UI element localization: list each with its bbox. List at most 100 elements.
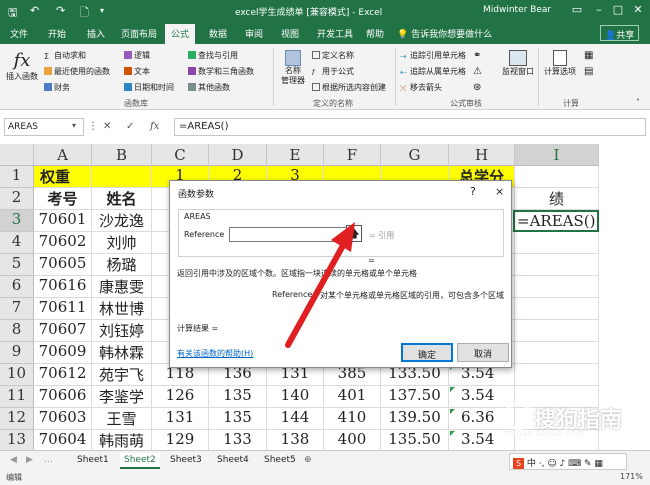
cell-b9[interactable]: 韩林霖 — [92, 342, 152, 364]
trace-dependents-button[interactable]: ⇠ 追踪从属单元格 — [400, 66, 466, 77]
column-header-d[interactable]: D — [209, 144, 267, 166]
cell-a8[interactable]: 70607 — [34, 320, 92, 342]
cell-a9[interactable]: 70609 — [34, 342, 92, 364]
cell-i5[interactable] — [515, 254, 599, 276]
trace-precedents-button[interactable]: ⇢ 追踪引用单元格 — [400, 50, 466, 61]
new-file-icon[interactable]: 🗋 — [80, 4, 89, 23]
lookup-button[interactable]: 查找与引用 — [188, 50, 238, 61]
help-icon[interactable]: ? — [470, 185, 476, 198]
enter-icon[interactable]: ✓ — [126, 121, 134, 132]
cell-f13[interactable]: 400 — [324, 430, 381, 450]
cell-a10[interactable]: 70612 — [34, 364, 92, 386]
sheet-tab[interactable]: Sheet4 — [213, 453, 253, 467]
logical-button[interactable]: 逻辑 — [124, 50, 150, 61]
cell-a7[interactable]: 70611 — [34, 298, 92, 320]
cell-h11[interactable]: 3.54 — [449, 386, 515, 408]
formula-input[interactable]: =AREAS() — [174, 118, 646, 136]
customize-icon[interactable]: ▾ — [100, 6, 104, 15]
cell-f12[interactable]: 410 — [324, 408, 381, 430]
prev-sheet-icon[interactable]: ◀ — [6, 453, 21, 467]
cell-a6[interactable]: 70616 — [34, 276, 92, 298]
tab-insert[interactable]: 插入 — [87, 27, 105, 40]
error-check-icon[interactable]: ⚠ — [473, 66, 482, 77]
cell-f11[interactable]: 401 — [324, 386, 381, 408]
more-functions-button[interactable]: 其他函数 — [188, 82, 230, 93]
row-header[interactable]: 12 — [0, 408, 34, 430]
ribbon-display-icon[interactable]: ▭ — [568, 3, 586, 16]
cell-i4[interactable] — [515, 232, 599, 254]
ime-toolbar[interactable]: S 中 ·, ☺ ♪ ⌨ ✎ ▦ — [509, 453, 627, 470]
cell-i8[interactable] — [515, 320, 599, 342]
cell-b12[interactable]: 王雪 — [92, 408, 152, 430]
column-header-g[interactable]: G — [381, 144, 449, 166]
undo-icon[interactable]: ↶ — [30, 4, 39, 17]
tab-help[interactable]: 帮助 — [366, 27, 384, 40]
text-button[interactable]: 文本 — [124, 66, 150, 77]
cell-d11[interactable]: 135 — [209, 386, 267, 408]
cell-c11[interactable]: 126 — [152, 386, 209, 408]
sheet-tab[interactable]: Sheet5 — [260, 453, 300, 467]
recent-functions-button[interactable]: 最近使用的函数 — [44, 66, 110, 77]
show-formulas-icon[interactable]: ⚭ — [473, 50, 481, 61]
resize-grip-icon[interactable]: ⋰ — [503, 359, 510, 367]
cell-a4[interactable]: 70602 — [34, 232, 92, 254]
column-header-i[interactable]: I — [515, 144, 599, 166]
tab-home[interactable]: 开始 — [48, 27, 66, 40]
cell-b7[interactable]: 林世博 — [92, 298, 152, 320]
financial-button[interactable]: 财务 — [44, 82, 70, 93]
range-select-icon[interactable]: 🡅 — [346, 225, 362, 242]
cell-g11[interactable]: 137.50 — [381, 386, 449, 408]
cell-a5[interactable]: 70605 — [34, 254, 92, 276]
ok-button[interactable]: 确定 — [401, 343, 453, 362]
row-header[interactable]: 9 — [0, 342, 34, 364]
cell-b13[interactable]: 韩雨萌 — [92, 430, 152, 450]
cell-g13[interactable]: 135.50 — [381, 430, 449, 450]
tab-review[interactable]: 审阅 — [245, 27, 263, 40]
sheet-tab-active[interactable]: Sheet2 — [120, 453, 160, 469]
column-header-c[interactable]: C — [152, 144, 209, 166]
cell-b8[interactable]: 刘钰婷 — [92, 320, 152, 342]
tab-file[interactable]: 文件 — [10, 27, 28, 40]
cell-e12[interactable]: 144 — [267, 408, 324, 430]
evaluate-formula-icon[interactable]: ⊛ — [473, 82, 481, 93]
cell-i1[interactable] — [515, 166, 599, 188]
close-icon[interactable]: ✕ — [629, 3, 647, 16]
add-sheet-icon[interactable]: ⊕ — [300, 453, 316, 467]
cell-b2[interactable]: 姓名 — [92, 188, 152, 210]
cell-b6[interactable]: 康惠雯 — [92, 276, 152, 298]
create-from-selection-button[interactable]: 根据所选内容创建 — [312, 82, 386, 93]
cell-i6[interactable] — [515, 276, 599, 298]
maximize-icon[interactable]: □ — [609, 3, 627, 16]
cell-c13[interactable]: 129 — [152, 430, 209, 450]
datetime-button[interactable]: 日期和时间 — [124, 82, 174, 93]
next-sheet-icon[interactable]: ▶ — [22, 453, 37, 467]
select-all-corner[interactable] — [0, 144, 34, 166]
use-in-formula-button[interactable]: 𝑓 用于公式 — [312, 66, 354, 77]
cell-c12[interactable]: 131 — [152, 408, 209, 430]
calc-now-icon[interactable]: ▦ — [584, 50, 593, 61]
cell-d13[interactable]: 133 — [209, 430, 267, 450]
row-header[interactable]: 2 — [0, 188, 34, 210]
cell-i7[interactable] — [515, 298, 599, 320]
minimize-icon[interactable]: – — [590, 3, 608, 16]
cell-a1[interactable]: 权重 — [34, 166, 92, 188]
cell-b5[interactable]: 杨璐 — [92, 254, 152, 276]
collapse-ribbon-icon[interactable]: ˄ — [636, 98, 640, 107]
cancel-button[interactable]: 取消 — [457, 343, 509, 362]
cell-b3[interactable]: 沙龙逸 — [92, 210, 152, 232]
cell-e13[interactable]: 138 — [267, 430, 324, 450]
column-header-a[interactable]: A — [34, 144, 92, 166]
cell-b1[interactable] — [92, 166, 152, 188]
user-name[interactable]: Midwinter Bear — [483, 5, 551, 15]
calc-options-button[interactable]: 计算选项 — [542, 50, 578, 77]
tab-page-layout[interactable]: 页面布局 — [121, 27, 157, 40]
error-indicator-icon[interactable] — [450, 387, 455, 392]
cell-b10[interactable]: 苑宇飞 — [92, 364, 152, 386]
reference-input[interactable] — [229, 227, 347, 242]
column-header-b[interactable]: B — [92, 144, 152, 166]
define-name-button[interactable]: 定义名称 — [312, 50, 354, 61]
tab-view[interactable]: 视图 — [281, 27, 299, 40]
cancel-icon[interactable]: ✕ — [103, 121, 111, 132]
active-cell-i3[interactable]: =AREAS() — [513, 210, 599, 232]
tell-me-input[interactable]: 💡 告诉我你想要做什么 — [397, 27, 492, 40]
